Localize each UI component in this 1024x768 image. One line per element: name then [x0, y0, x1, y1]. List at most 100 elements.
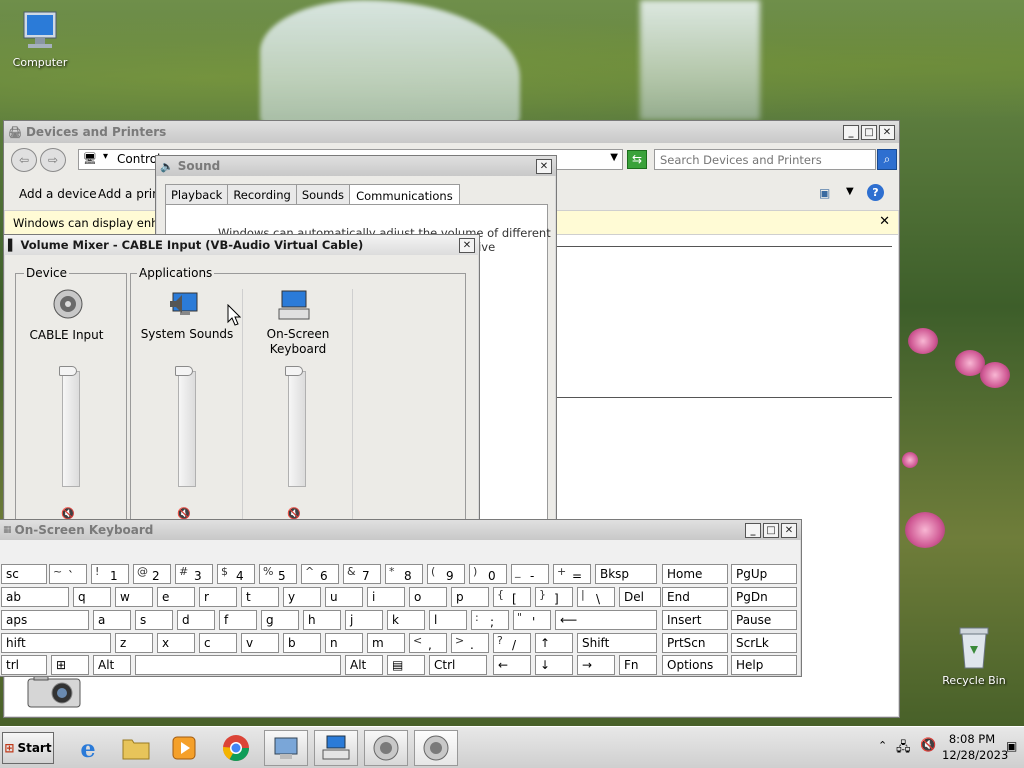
taskbar-file-explorer[interactable]	[114, 730, 158, 766]
osk-key[interactable]	[135, 655, 341, 675]
osk-key[interactable]: hift	[1, 633, 111, 653]
speaker-device-icon[interactable]	[51, 287, 85, 321]
osk-key[interactable]: Shift	[577, 633, 657, 653]
search-icon[interactable]: ⌕	[877, 149, 897, 170]
address-dropdown-icon[interactable]: ▼	[610, 152, 618, 163]
osk-key[interactable]: Pause	[731, 610, 797, 630]
osk-key[interactable]: PrtScn	[662, 633, 728, 653]
osk-key[interactable]: Del	[619, 587, 661, 607]
volume-slider-track[interactable]	[62, 371, 80, 487]
osk-key[interactable]: _ -	[511, 564, 549, 584]
osk-key[interactable]: ) 0	[469, 564, 507, 584]
osk-key[interactable]: Help	[731, 655, 797, 675]
on-screen-keyboard-icon[interactable]	[277, 289, 311, 321]
osk-key[interactable]: ^ 6	[301, 564, 339, 584]
osk-key[interactable]: Home	[662, 564, 728, 584]
osk-key[interactable]: sc	[1, 564, 47, 584]
chevron-down-icon[interactable]: ▼	[846, 186, 854, 197]
taskbar-sound[interactable]	[364, 730, 408, 766]
osk-key[interactable]: p	[451, 587, 489, 607]
osk-key[interactable]: (9	[427, 564, 465, 584]
osk-key[interactable]: :;	[471, 610, 509, 630]
osk-key[interactable]: Ctrl	[429, 655, 487, 675]
close-button[interactable]: ✕	[536, 158, 552, 174]
tab-sounds[interactable]: Sounds	[295, 184, 351, 205]
osk-key[interactable]: Insert	[662, 610, 728, 630]
show-hidden-icons-chevron-icon[interactable]: ⌃	[878, 739, 887, 752]
desktop-icon-recycle-bin[interactable]: Recycle Bin	[934, 624, 1014, 687]
osk-key[interactable]: ab	[1, 587, 69, 607]
osk-key[interactable]: ▤	[387, 655, 425, 675]
close-button[interactable]: ✕	[879, 124, 895, 140]
taskbar-on-screen-keyboard[interactable]	[314, 730, 358, 766]
osk-key[interactable]: & 7	[343, 564, 381, 584]
osk-key[interactable]: s	[135, 610, 173, 630]
camera-device-icon[interactable]	[24, 671, 88, 711]
osk-key[interactable]: l	[429, 610, 467, 630]
tab-recording[interactable]: Recording	[227, 184, 297, 205]
volume-slider-track[interactable]	[288, 371, 306, 487]
add-device-button[interactable]: Add a device	[19, 187, 97, 201]
osk-key[interactable]: q	[73, 587, 111, 607]
osk-key[interactable]: Bksp	[595, 564, 657, 584]
osk-key[interactable]: #3	[175, 564, 213, 584]
osk-key[interactable]: }]	[535, 587, 573, 607]
osk-key[interactable]: Alt	[93, 655, 131, 675]
osk-key[interactable]: u	[325, 587, 363, 607]
taskbar-internet-explorer[interactable]: e	[66, 730, 110, 766]
view-options-icon[interactable]: ▣	[819, 186, 830, 200]
osk-key[interactable]: Alt	[345, 655, 383, 675]
minimize-button[interactable]: _	[745, 522, 761, 538]
osk-key[interactable]: j	[345, 610, 383, 630]
osk-key[interactable]: aps	[1, 610, 89, 630]
help-icon[interactable]: ?	[867, 184, 884, 201]
osk-key[interactable]: PgDn	[731, 587, 797, 607]
desktop-icon-computer[interactable]: Computer	[0, 10, 80, 69]
osk-key[interactable]: | \	[577, 587, 615, 607]
osk-key[interactable]: ~ `	[49, 564, 87, 584]
taskbar-media-player[interactable]	[162, 730, 206, 766]
show-desktop-icon[interactable]: ▣	[1006, 739, 1017, 753]
osk-key[interactable]: ? /	[493, 633, 531, 653]
osk-key[interactable]: c	[199, 633, 237, 653]
osk-key[interactable]: d	[177, 610, 215, 630]
osk-key[interactable]: >.	[451, 633, 489, 653]
devices-window-titlebar[interactable]: 🖨 Devices and Printers _ □ ✕	[4, 121, 899, 143]
osk-key[interactable]: m	[367, 633, 405, 653]
osk-titlebar[interactable]: ▦ On-Screen Keyboard _ □ ✕	[0, 520, 801, 540]
mixer-titlebar[interactable]: ▌ Volume Mixer - CABLE Input (VB-Audio V…	[4, 235, 479, 255]
osk-key[interactable]: x	[157, 633, 195, 653]
osk-key[interactable]: % 5	[259, 564, 297, 584]
osk-key[interactable]: ! 1	[91, 564, 129, 584]
osk-key[interactable]: a	[93, 610, 131, 630]
osk-key[interactable]: t	[241, 587, 279, 607]
osk-key[interactable]: r	[199, 587, 237, 607]
osk-key[interactable]: $4	[217, 564, 255, 584]
sound-dialog-titlebar[interactable]: 🔈 Sound ✕	[156, 156, 556, 176]
volume-slider-thumb[interactable]	[59, 366, 77, 376]
osk-key[interactable]: " '	[513, 610, 551, 630]
maximize-button[interactable]: □	[763, 522, 779, 538]
forward-button[interactable]: ⇨	[40, 148, 66, 172]
osk-key[interactable]: o	[409, 587, 447, 607]
osk-key[interactable]: ⟵	[555, 610, 657, 630]
osk-key[interactable]: ↑	[535, 633, 573, 653]
osk-key[interactable]: b	[283, 633, 321, 653]
osk-key[interactable]: z	[115, 633, 153, 653]
osk-key[interactable]: {[	[493, 587, 531, 607]
osk-key[interactable]: Options	[662, 655, 728, 675]
volume-slider-track[interactable]	[178, 371, 196, 487]
osk-key[interactable]: End	[662, 587, 728, 607]
osk-key[interactable]: e	[157, 587, 195, 607]
minimize-button[interactable]: _	[843, 124, 859, 140]
osk-key[interactable]: k	[387, 610, 425, 630]
volume-slider-thumb[interactable]	[285, 366, 303, 376]
osk-key[interactable]: f	[219, 610, 257, 630]
osk-key[interactable]: g	[261, 610, 299, 630]
volume-muted-icon[interactable]: 🔇	[920, 738, 936, 753]
osk-key[interactable]: ScrLk	[731, 633, 797, 653]
clock-date[interactable]: 12/28/2023	[942, 748, 1008, 762]
taskbar-volume-mixer[interactable]	[414, 730, 458, 766]
osk-key[interactable]: trl	[1, 655, 47, 675]
osk-key[interactable]: n	[325, 633, 363, 653]
